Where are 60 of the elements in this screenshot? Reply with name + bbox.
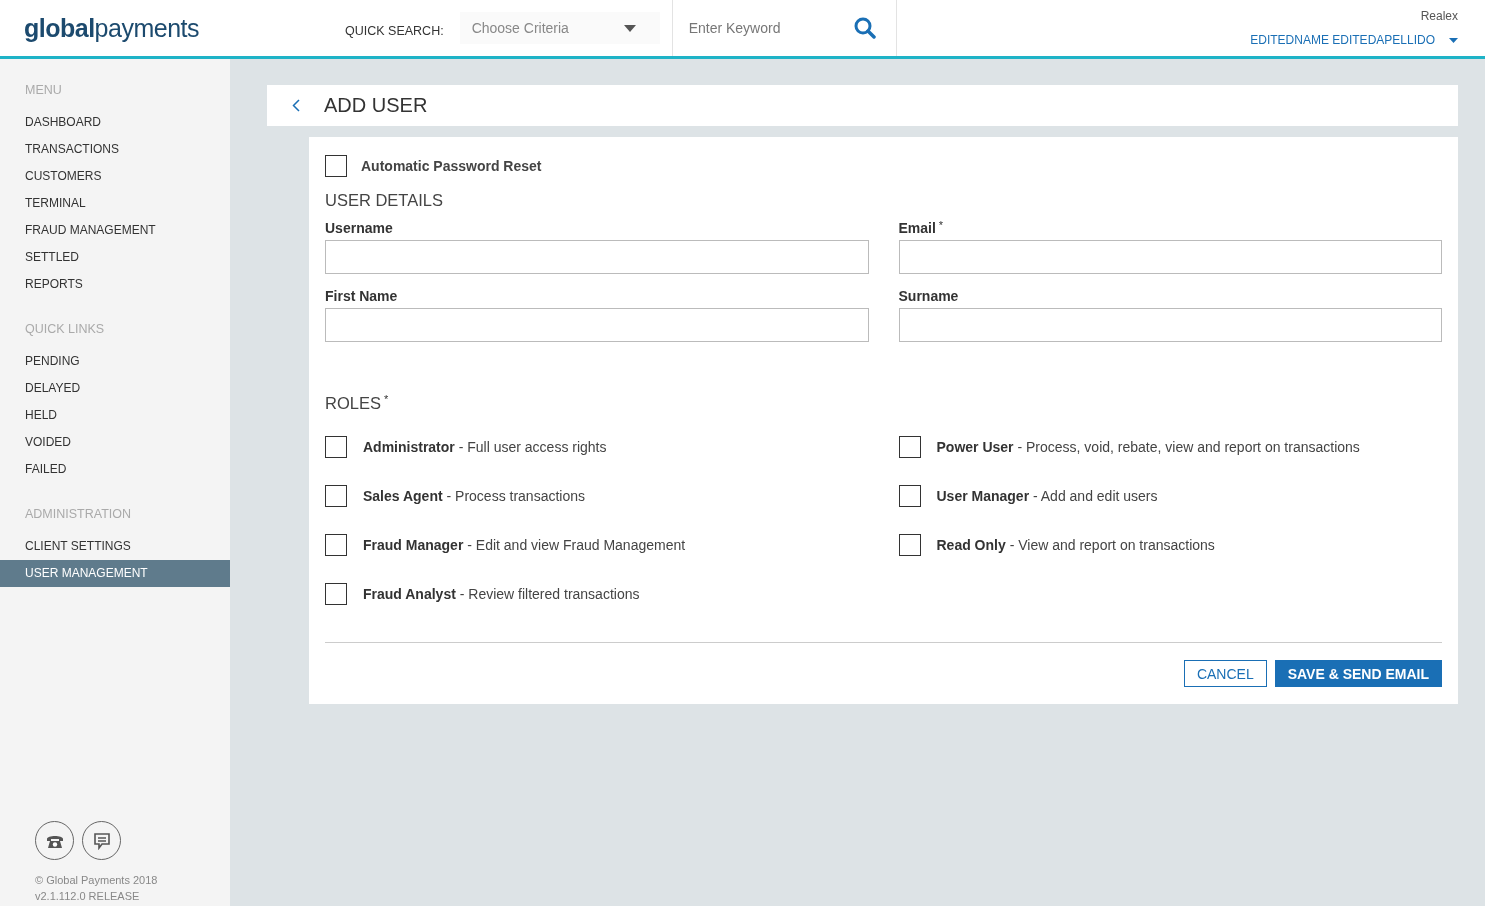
section-heading: USER DETAILS: [325, 191, 444, 210]
sidebar-item[interactable]: TRANSACTIONS: [0, 136, 230, 163]
field-label: Email: [898, 220, 936, 238]
checkbox-label: Fraud Manager - Edit and view Fraud Management: [363, 536, 686, 553]
section-title: QUICK LINKS: [24, 321, 106, 338]
checkbox-label: Sales Agent - Process transactions: [363, 487, 585, 504]
field-label: Surname: [898, 288, 960, 306]
copyright-text: © Global Payments 2018: [35, 873, 159, 888]
checkbox[interactable]: [898, 435, 921, 458]
field-label: Username: [325, 220, 394, 238]
page-title: ADD USER: [324, 94, 428, 117]
checkbox[interactable]: [325, 484, 347, 507]
sidebar-item[interactable]: FAILED: [0, 456, 230, 483]
field-label: First Name: [325, 288, 399, 306]
checkbox-label: Administrator - Full user access rights: [363, 438, 607, 455]
required-mark: *: [383, 394, 389, 405]
chevron-left-icon: [291, 99, 300, 112]
checkbox[interactable]: [325, 582, 347, 605]
checkbox-label: Read Only - View and report on transactions: [936, 536, 1215, 553]
input-field[interactable]: [898, 308, 1442, 342]
caret-icon: [1449, 37, 1458, 43]
section-heading: ROLES: [325, 394, 381, 413]
checkbox-label: Automatic Password Reset: [361, 157, 542, 174]
version-text: v2.1.112.0 RELEASE: [35, 889, 141, 904]
save-button[interactable]: SAVE & SEND EMAIL: [1274, 660, 1442, 687]
sidebar-item[interactable]: HELD: [0, 402, 230, 429]
checkbox[interactable]: [325, 154, 347, 177]
cancel-button[interactable]: CANCEL: [1183, 660, 1267, 687]
quick-search-label: QUICK SEARCH:: [345, 24, 444, 38]
checkbox[interactable]: [325, 533, 347, 556]
sidebar-item[interactable]: DASHBOARD: [0, 109, 230, 136]
user-menu[interactable]: EDITEDNAME EDITEDAPELLIDO: [1250, 33, 1458, 47]
checkbox-label: Fraud Analyst - Review filtered transactions: [363, 585, 640, 602]
checkbox[interactable]: [898, 484, 921, 507]
checkbox-label: User Manager - Add and edit users: [936, 487, 1158, 504]
search-icon[interactable]: [853, 17, 876, 39]
logo[interactable]: globalpayments: [0, 13, 345, 43]
sidebar-item[interactable]: VOIDED: [0, 429, 230, 456]
checkbox[interactable]: [325, 435, 347, 458]
input-field[interactable]: [898, 240, 1442, 274]
sidebar-item[interactable]: REPORTS: [0, 271, 230, 298]
sidebar-item[interactable]: TERMINAL: [0, 190, 230, 217]
sidebar-item[interactable]: SETTLED: [0, 244, 230, 271]
sidebar-item[interactable]: USER MANAGEMENT: [0, 560, 230, 587]
input-field[interactable]: [325, 240, 869, 274]
input-field[interactable]: [325, 308, 869, 342]
sidebar-item[interactable]: PENDING: [0, 348, 230, 375]
company-name: Realex: [1420, 9, 1458, 23]
checkbox[interactable]: [898, 533, 921, 556]
section-title: MENU: [24, 82, 63, 99]
sidebar-item[interactable]: CLIENT SETTINGS: [0, 533, 230, 560]
section-title: ADMINISTRATION: [24, 506, 133, 523]
sidebar-item[interactable]: DELAYED: [0, 375, 230, 402]
sidebar-item[interactable]: CUSTOMERS: [0, 163, 230, 190]
checkbox-label: Power User - Process, void, rebate, view and report on transactions: [936, 438, 1360, 455]
sidebar-item[interactable]: FRAUD MANAGEMENT: [0, 217, 230, 244]
caret-icon: [623, 24, 636, 32]
required-mark: *: [938, 220, 944, 231]
chat-icon: [92, 831, 111, 850]
criteria-dropdown[interactable]: Choose Criteria: [459, 12, 660, 44]
